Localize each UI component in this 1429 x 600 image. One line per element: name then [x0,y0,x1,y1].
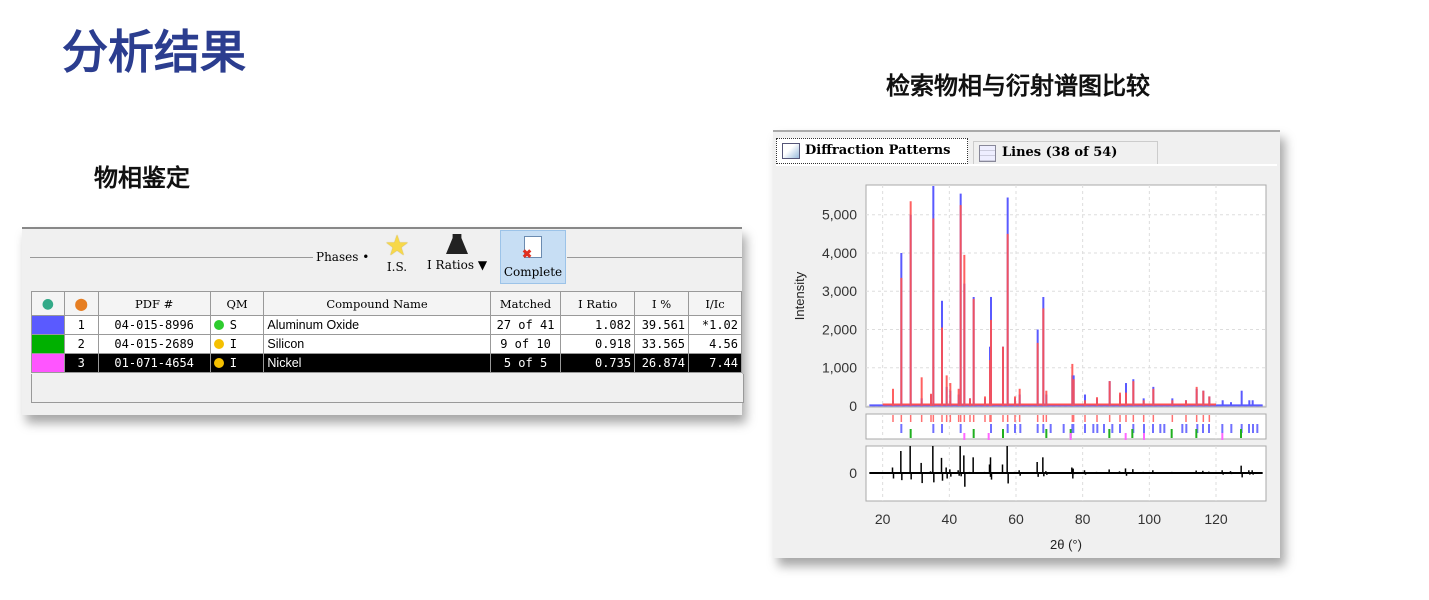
i-ratio-column-header[interactable]: I Ratio [560,291,636,316]
slide-title: 分析结果 [62,25,246,79]
qm-cell: S [209,315,265,335]
pdf-number: 04-015-2689 [97,334,211,354]
qm-value: I [229,356,237,370]
phase-index: 3 [63,353,99,373]
phase-identification-caption: 物相鉴定 [94,164,190,192]
star-icon: ★ [384,229,410,262]
i-percent: 39.561 [634,315,690,335]
phase-color-swatch[interactable] [31,353,65,373]
reference-lines-area [865,413,1267,440]
table-row[interactable]: 1 04-015-8996 S Aluminum Oxide 27 of 41 … [31,315,742,335]
table-row[interactable]: 2 04-015-2689 I Silicon 9 of 10 0.918 33… [31,334,742,354]
x-tick-label: 80 [1075,511,1091,527]
y-tick-label: 4,000 [822,245,857,261]
table-header: ● ⬤ PDF # QM Compound Name Matched I Rat… [31,291,742,316]
quality-mark-icon [213,320,224,330]
y-axis-label: Intensity [792,271,807,320]
diffraction-chart: 20 40 60 80 100 120 0 1,000 2,000 3,000 4,000 5,000… [792,184,1267,552]
compound-name: Nickel [263,353,491,373]
dropdown-arrow-icon[interactable]: ▼ [478,258,487,272]
main-plot-area [865,184,1267,408]
phases-group-label: Phases • [316,250,370,264]
compound-name: Aluminum Oxide [263,315,491,335]
phase-color-swatch[interactable] [31,315,65,335]
complete-label: Complete [503,265,563,279]
i-ratios-button[interactable]: I Ratios ▼ [417,232,497,272]
pdf-number: 04-015-8996 [97,315,211,335]
quality-mark-icon [213,339,224,349]
y-tick-label: 5,000 [822,207,857,223]
i-ratio: 0.735 [560,353,636,373]
color-circles-icon: ● [41,295,54,312]
is-label: I.S. [386,260,408,274]
i-percent: 33.565 [634,334,690,354]
phases-table: ● ⬤ PDF # QM Compound Name Matched I Rat… [31,291,742,373]
qm-cell: I [209,353,265,373]
table-empty-area [31,374,744,403]
i-ratio: 0.918 [560,334,636,354]
i-ratio: 1.082 [560,315,636,335]
pdf-column-header[interactable]: PDF # [97,291,211,316]
molecule-icon: ⬤ [74,296,88,311]
y-tick-label: 3,000 [822,283,857,299]
x-tick-label: 40 [942,511,958,527]
i-ic: *1.02 [688,315,742,335]
x-tick-label: 100 [1138,511,1162,527]
pdf-number: 01-071-4654 [97,353,211,373]
index-column-header[interactable]: ⬤ [63,291,99,316]
is-button[interactable]: ★ I.S. [377,229,417,275]
matched-column-header[interactable]: Matched [489,291,562,316]
phases-label: Phases [316,250,359,264]
matched-count: 27 of 41 [489,315,562,335]
quality-mark-icon [213,358,224,368]
i-percent: 26.874 [634,353,690,373]
i-ic: 4.56 [688,334,742,354]
x-tick-label: 20 [875,511,891,527]
x-tick-label: 60 [1008,511,1024,527]
color-column-header[interactable]: ● [31,291,65,316]
phases-panel: Phases • ★ I.S. I Ratios ▼ ✖ Complete ● … [22,227,744,415]
qm-value: S [229,318,237,332]
phase-index: 2 [63,334,99,354]
x-axis-label: 2θ (°) [1050,537,1082,552]
qm-column-header[interactable]: QM [209,291,265,316]
y-tick-label: 0 [849,398,857,414]
phase-color-swatch[interactable] [31,334,65,354]
y-tick-label: 2,000 [822,321,857,337]
diff-y-tick-label: 0 [849,465,857,481]
i-ratios-label: I Ratios [426,258,474,272]
i-pct-column-header[interactable]: I % [634,291,690,316]
i-ic: 7.44 [688,353,742,373]
x-tick-label: 120 [1204,511,1228,527]
complete-button[interactable]: ✖ Complete [500,230,566,284]
compound-name-column-header[interactable]: Compound Name [263,291,491,316]
matched-count: 5 of 5 [489,353,562,373]
weight-icon [446,234,468,254]
pattern-comparison-caption: 检索物相与衍射谱图比较 [886,72,1150,100]
table-row[interactable]: 3 01-071-4654 I Nickel 5 of 5 0.735 26.8… [31,353,742,373]
qm-value: I [229,337,237,351]
y-tick-label: 1,000 [822,360,857,376]
compound-name: Silicon [263,334,491,354]
document-x-icon: ✖ [522,236,542,261]
i-ic-column-header[interactable]: I/Ic [688,291,742,316]
matched-count: 9 of 10 [489,334,562,354]
phase-index: 1 [63,315,99,335]
diffraction-panel: Diffraction Patterns Lines (38 of 54) 20… [773,130,1280,558]
qm-cell: I [209,334,265,354]
